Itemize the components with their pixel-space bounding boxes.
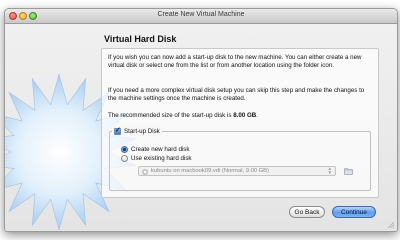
- disk-icon: [142, 168, 148, 175]
- use-existing-disk-label: Use existing hard disk: [131, 155, 192, 162]
- folder-icon[interactable]: [344, 167, 353, 175]
- continue-button[interactable]: Continue: [332, 206, 376, 218]
- create-new-disk-label: Create new hard disk: [131, 146, 190, 153]
- go-back-button[interactable]: Go Back: [289, 206, 325, 218]
- recommendation-text: The recommended size of the start-up dis…: [108, 112, 372, 120]
- wizard-content: Virtual Hard Disk If you wish you can no…: [5, 24, 397, 231]
- window-title: Create New Virtual Machine: [157, 11, 245, 18]
- use-existing-disk-option[interactable]: Use existing hard disk: [121, 154, 192, 163]
- startup-disk-label: Start-up Disk: [124, 127, 160, 135]
- select-arrows-icon: ▲ ▼: [327, 166, 332, 175]
- recommendation-prefix: The recommended size of the start-up dis…: [108, 112, 234, 119]
- resize-grip-icon[interactable]: [387, 221, 395, 229]
- create-new-disk-radio[interactable]: [121, 146, 128, 153]
- recommendation-suffix: .: [256, 112, 258, 119]
- checkmark-icon: ✓: [115, 126, 121, 134]
- intro-paragraph: If you wish you can now add a start-up d…: [108, 54, 362, 70]
- existing-disk-select[interactable]: kubuntu on macbook09.vdi (Normal, 9.00 G…: [138, 166, 336, 176]
- content-panel: If you wish you can now add a start-up d…: [101, 48, 379, 198]
- wizard-window: Create New Virtual Machine Virtual Hard …: [4, 8, 398, 232]
- create-new-disk-option[interactable]: Create new hard disk: [121, 145, 189, 154]
- title-bar[interactable]: Create New Virtual Machine: [5, 9, 397, 24]
- page-title: Virtual Hard Disk: [104, 34, 177, 44]
- use-existing-disk-radio[interactable]: [121, 155, 128, 162]
- startup-disk-checkbox[interactable]: ✓: [114, 126, 121, 135]
- recommended-size: 8.00 GB: [233, 112, 257, 119]
- advanced-paragraph: If you need a more complex virtual disk …: [108, 87, 365, 103]
- existing-disk-value: kubuntu on macbook09.vdi (Normal, 9.00 G…: [151, 168, 269, 174]
- startup-disk-checkbox-row[interactable]: ✓ Start-up Disk: [112, 126, 162, 136]
